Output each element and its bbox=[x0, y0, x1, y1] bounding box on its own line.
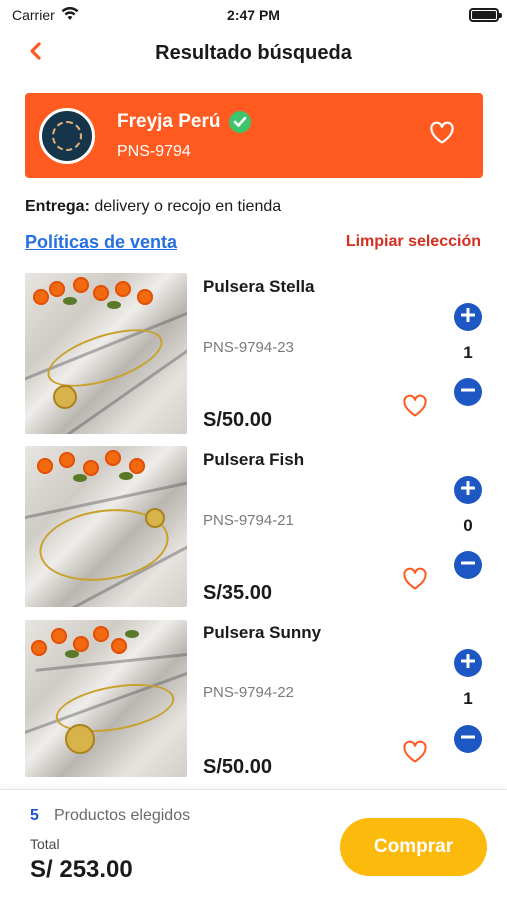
product-image bbox=[25, 273, 187, 434]
wifi-icon bbox=[61, 6, 79, 24]
selected-count: 5 bbox=[30, 807, 39, 824]
carrier-label: Carrier bbox=[12, 7, 55, 23]
heart-outline-icon[interactable] bbox=[402, 740, 428, 769]
nav-bar: Resultado búsqueda bbox=[0, 30, 507, 76]
selected-count-label: Productos elegidos bbox=[54, 807, 191, 824]
back-button[interactable] bbox=[20, 38, 50, 68]
chevron-left-icon bbox=[28, 41, 42, 65]
quantity-value: 1 bbox=[463, 343, 473, 362]
decrease-quantity-button[interactable] bbox=[454, 551, 482, 579]
decrease-quantity-button[interactable] bbox=[454, 725, 482, 753]
status-bar: Carrier 2:47 PM bbox=[0, 0, 507, 30]
plus-icon bbox=[460, 653, 476, 673]
clear-selection-button[interactable]: Limpiar selección bbox=[346, 233, 481, 251]
buy-button[interactable]: Comprar bbox=[340, 818, 487, 876]
sales-policies-link[interactable]: Políticas de venta bbox=[25, 232, 177, 253]
product-item: Pulsera Sunny PNS-9794-22 S/50.00 1 bbox=[0, 620, 507, 783]
page-title: Resultado búsqueda bbox=[155, 41, 352, 64]
product-code: PNS-9794-22 bbox=[203, 684, 294, 701]
increase-quantity-button[interactable] bbox=[454, 476, 482, 504]
plus-icon bbox=[460, 480, 476, 500]
store-card[interactable]: Freyja Perú PNS-9794 bbox=[25, 93, 483, 178]
store-name: Freyja Perú bbox=[117, 110, 221, 132]
quantity-value: 0 bbox=[463, 516, 473, 535]
delivery-info: Entrega: delivery o recojo en tienda bbox=[25, 198, 281, 216]
product-price: S/50.00 bbox=[203, 756, 272, 778]
product-name: Pulsera Sunny bbox=[203, 623, 322, 642]
product-item: Pulsera Stella PNS-9794-23 S/50.00 1 bbox=[0, 273, 507, 436]
store-info: Freyja Perú PNS-9794 bbox=[117, 110, 251, 161]
product-image bbox=[25, 446, 187, 607]
product-image bbox=[25, 620, 187, 777]
minus-icon bbox=[460, 730, 476, 749]
product-name: Pulsera Fish bbox=[203, 450, 305, 469]
check-circle-icon bbox=[228, 110, 251, 133]
store-code: PNS-9794 bbox=[117, 142, 191, 160]
status-left: Carrier bbox=[12, 6, 79, 24]
checkout-footer: 5 Productos elegidos Total S/ 253.00 Com… bbox=[0, 789, 507, 900]
increase-quantity-button[interactable] bbox=[454, 649, 482, 677]
product-code: PNS-9794-23 bbox=[203, 339, 294, 356]
delivery-label: Entrega: bbox=[25, 198, 90, 215]
decrease-quantity-button[interactable] bbox=[454, 378, 482, 406]
product-price: S/50.00 bbox=[203, 409, 272, 431]
heart-outline-icon[interactable] bbox=[402, 394, 428, 423]
minus-icon bbox=[460, 556, 476, 575]
product-code: PNS-9794-21 bbox=[203, 512, 294, 529]
product-name: Pulsera Stella bbox=[203, 277, 315, 296]
total-label: Total bbox=[30, 836, 60, 852]
increase-quantity-button[interactable] bbox=[454, 303, 482, 331]
store-logo bbox=[39, 107, 95, 164]
heart-outline-icon[interactable] bbox=[402, 567, 428, 596]
total-amount: S/ 253.00 bbox=[30, 856, 133, 883]
delivery-value: delivery o recojo en tienda bbox=[94, 198, 282, 215]
minus-icon bbox=[460, 383, 476, 402]
product-item: Pulsera Fish PNS-9794-21 S/35.00 0 bbox=[0, 446, 507, 609]
quantity-value: 1 bbox=[463, 689, 473, 708]
plus-icon bbox=[460, 307, 476, 327]
product-price: S/35.00 bbox=[203, 582, 272, 604]
battery-icon bbox=[469, 8, 502, 22]
heart-outline-icon[interactable] bbox=[429, 121, 455, 150]
